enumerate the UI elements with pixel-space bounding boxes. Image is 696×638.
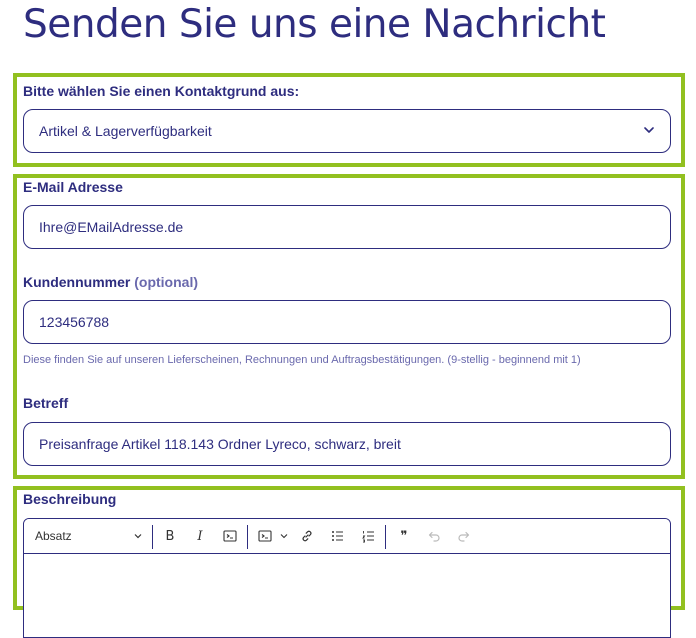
subject-field[interactable]: Preisanfrage Artikel 118.143 Ordner Lyre… [23, 422, 671, 466]
code-block-icon[interactable] [257, 528, 273, 544]
description-label: Beschreibung [23, 491, 117, 507]
description-textarea[interactable] [24, 554, 670, 637]
numbered-list-icon[interactable] [361, 528, 377, 544]
customer-number-label: Kundennummer (optional) [23, 274, 198, 290]
bulleted-list-icon[interactable] [330, 528, 346, 544]
undo-icon[interactable] [426, 528, 442, 544]
code-block-chevron-down-icon[interactable] [276, 528, 292, 544]
contact-reason-value: Artikel & Lagerverfügbarkeit [39, 123, 212, 139]
toolbar-divider [152, 525, 153, 549]
quote-icon[interactable]: ❞ [396, 528, 412, 544]
bold-icon[interactable]: B [162, 528, 178, 544]
optional-tag: (optional) [134, 274, 198, 290]
customer-number-field[interactable]: 123456788 [23, 300, 671, 344]
paragraph-chevron-down-icon[interactable] [134, 532, 142, 540]
subject-label: Betreff [23, 395, 69, 411]
chevron-down-icon [644, 127, 654, 133]
link-icon[interactable] [299, 528, 315, 544]
page-title: Senden Sie uns eine Nachricht [23, 2, 606, 47]
customer-number-label-text: Kundennummer [23, 274, 131, 290]
email-field[interactable]: Ihre@EMailAdresse.de [23, 205, 671, 249]
editor-toolbar: Absatz B I ❞ [24, 519, 670, 554]
customer-number-hint: Diese finden Sie auf unseren Lieferschei… [23, 354, 581, 366]
redo-icon[interactable] [456, 528, 472, 544]
italic-icon[interactable]: I [192, 528, 208, 544]
email-value: Ihre@EMailAdresse.de [39, 219, 184, 235]
contact-reason-select[interactable]: Artikel & Lagerverfügbarkeit [23, 109, 671, 153]
email-label: E-Mail Adresse [23, 179, 123, 195]
toolbar-divider [247, 525, 248, 549]
description-editor: Absatz B I ❞ [23, 518, 671, 638]
subject-value: Preisanfrage Artikel 118.143 Ordner Lyre… [39, 436, 401, 452]
paragraph-style-select[interactable]: Absatz [35, 529, 72, 543]
code-icon[interactable] [222, 528, 238, 544]
customer-number-value: 123456788 [39, 314, 110, 330]
contact-reason-label: Bitte wählen Sie einen Kontaktgrund aus: [23, 83, 300, 99]
toolbar-divider [385, 525, 386, 549]
